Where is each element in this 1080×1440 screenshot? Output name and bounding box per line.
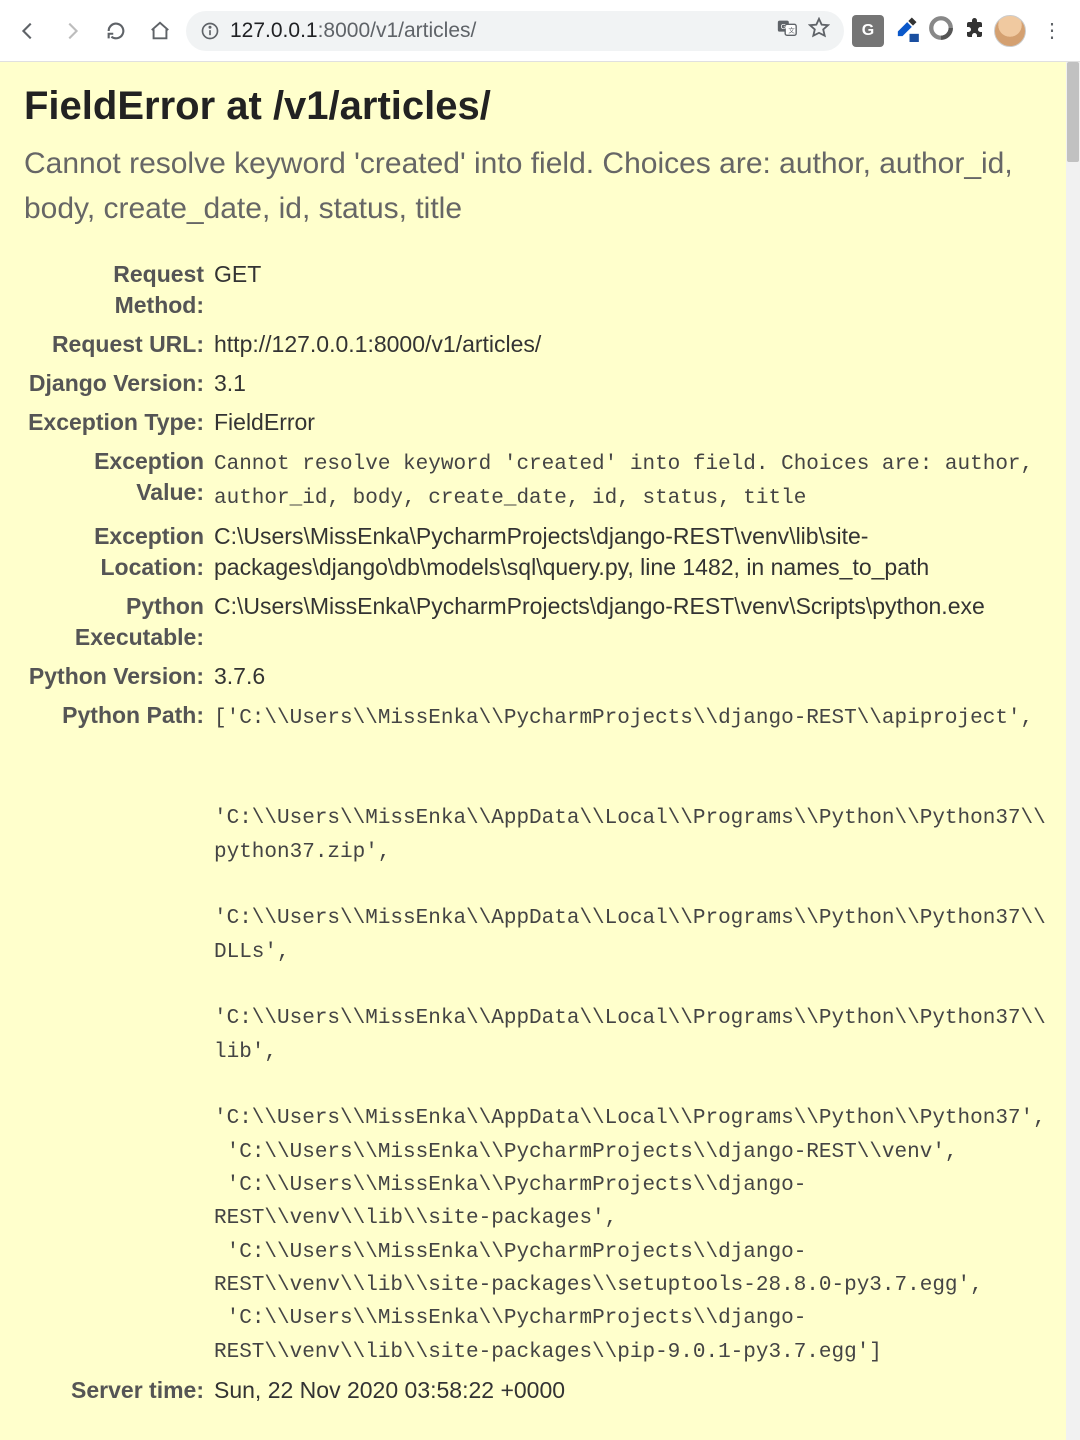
svg-text:文: 文 [788, 25, 795, 34]
label-request-url: Request URL: [24, 325, 214, 364]
url-text: 127.0.0.1:8000/v1/articles/ [230, 19, 766, 43]
browser-menu-button[interactable]: ⋮ [1034, 13, 1070, 49]
label-server-time: Server time: [24, 1371, 214, 1410]
page-scrollbar[interactable] [1066, 62, 1080, 1440]
table-row: Python Executable: C:\Users\MissEnka\Pyc… [24, 587, 1056, 657]
reload-button[interactable] [98, 13, 134, 49]
django-error-page: FieldError at /v1/articles/ Cannot resol… [0, 62, 1080, 1440]
value-exception-value: Cannot resolve keyword 'created' into fi… [214, 442, 1056, 517]
site-info-icon[interactable] [200, 21, 220, 41]
value-django-version: 3.1 [214, 364, 1056, 403]
home-button[interactable] [142, 13, 178, 49]
value-exception-location: C:\Users\MissEnka\PycharmProjects\django… [214, 517, 1056, 587]
label-django-version: Django Version: [24, 364, 214, 403]
value-python-executable: C:\Users\MissEnka\PycharmProjects\django… [214, 587, 1056, 657]
table-row: Request Method: GET [24, 255, 1056, 325]
scrollbar-thumb[interactable] [1067, 62, 1079, 162]
value-exception-type: FieldError [214, 403, 1056, 442]
browser-toolbar: 127.0.0.1:8000/v1/articles/ G文 G ⋮ [0, 0, 1080, 62]
bookmark-star-icon[interactable] [808, 17, 830, 45]
label-exception-type: Exception Type: [24, 403, 214, 442]
table-row: Exception Value: Cannot resolve keyword … [24, 442, 1056, 517]
address-bar[interactable]: 127.0.0.1:8000/v1/articles/ G文 [186, 11, 844, 51]
value-server-time: Sun, 22 Nov 2020 03:58:22 +0000 [214, 1371, 1056, 1410]
error-meta-table: Request Method: GET Request URL: http://… [24, 255, 1056, 1410]
back-button[interactable] [10, 13, 46, 49]
value-python-path: ['C:\\Users\\MissEnka\\PycharmProjects\\… [214, 696, 1056, 1371]
label-request-method: Request Method: [24, 255, 214, 325]
toolbar-right: G ⋮ [852, 13, 1070, 49]
circle-extension-icon[interactable] [928, 15, 954, 46]
label-python-version: Python Version: [24, 657, 214, 696]
table-row: Server time: Sun, 22 Nov 2020 03:58:22 +… [24, 1371, 1056, 1410]
profile-avatar[interactable] [994, 15, 1026, 47]
label-exception-location: Exception Location: [24, 517, 214, 587]
forward-button[interactable] [54, 13, 90, 49]
label-exception-value: Exception Value: [24, 442, 214, 517]
value-request-method: GET [214, 255, 1056, 325]
translate-icon[interactable]: G文 [776, 17, 798, 45]
value-python-version: 3.7.6 [214, 657, 1056, 696]
table-row: Exception Location: C:\Users\MissEnka\Py… [24, 517, 1056, 587]
extension-g-icon[interactable]: G [852, 15, 884, 47]
label-python-executable: Python Executable: [24, 587, 214, 657]
error-title: FieldError at /v1/articles/ [24, 84, 1056, 129]
table-row: Exception Type: FieldError [24, 403, 1056, 442]
table-row: Request URL: http://127.0.0.1:8000/v1/ar… [24, 325, 1056, 364]
eyedropper-extension-icon[interactable] [892, 14, 920, 47]
label-python-path: Python Path: [24, 696, 214, 1371]
table-row: Django Version: 3.1 [24, 364, 1056, 403]
error-subtitle: Cannot resolve keyword 'created' into fi… [24, 141, 1056, 231]
table-row: Python Path: ['C:\\Users\\MissEnka\\Pych… [24, 696, 1056, 1371]
svg-text:G: G [781, 21, 787, 30]
table-row: Python Version: 3.7.6 [24, 657, 1056, 696]
extensions-icon[interactable] [962, 16, 986, 45]
value-request-url: http://127.0.0.1:8000/v1/articles/ [214, 325, 1056, 364]
